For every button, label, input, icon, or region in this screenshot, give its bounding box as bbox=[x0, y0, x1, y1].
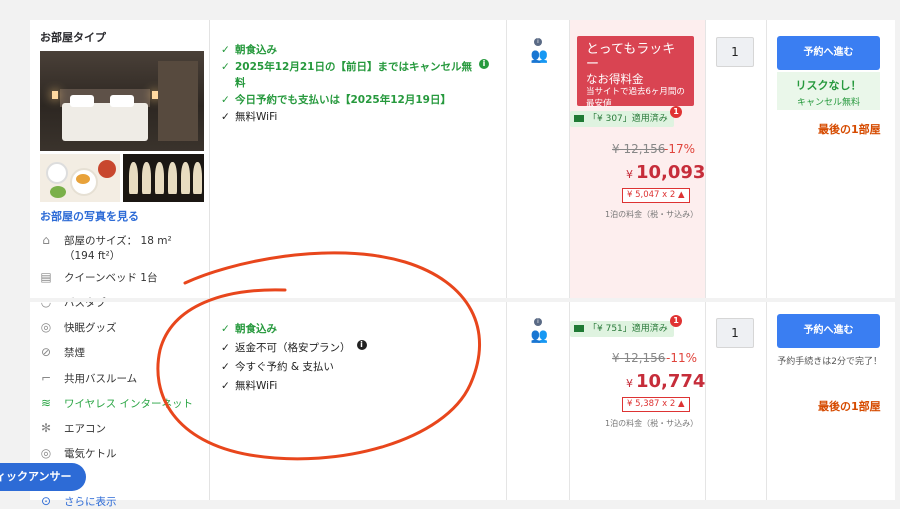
check-icon: ✓ bbox=[221, 323, 230, 335]
divider bbox=[569, 20, 570, 500]
row-separator bbox=[30, 298, 895, 302]
two-persons-icon: 👥 bbox=[530, 48, 548, 64]
condition-wifi: ✓ 無料WiFi bbox=[221, 380, 278, 392]
book-button[interactable]: 予約へ進む bbox=[777, 36, 880, 70]
kettle-icon: ◎ bbox=[40, 446, 52, 460]
check-icon: ✓ bbox=[221, 361, 230, 373]
offer-2-conditions: ✓ 朝食込み ✓ 返金不可（格安プラン） i ✓ 今すぐ予約 & 支払い ✓ 無料WiFi bbox=[221, 321, 501, 394]
last-room-notice: 最後の1部屋 bbox=[818, 123, 881, 136]
wifi-icon: ≋ bbox=[40, 396, 52, 410]
last-room-notice: 最後の1部屋 bbox=[818, 400, 881, 413]
check-icon: ✓ bbox=[221, 61, 230, 73]
amenity-bed: ▤ クイーンベッド 1台 bbox=[38, 270, 157, 285]
condition-pay-later: ✓ 今日予約でも支払いは【2025年12月19日】 bbox=[221, 94, 451, 106]
check-icon: ✓ bbox=[221, 380, 230, 392]
tax-note: 1泊の料金（税・サ込み） bbox=[605, 210, 699, 219]
offer-1-occupancy: i 👥 bbox=[528, 38, 548, 64]
amenity-shared-bathroom: ⌐ 共用バスルーム bbox=[38, 371, 137, 386]
booking-time-note: 予約手続きは2分で完了！ bbox=[777, 357, 882, 367]
check-icon: ✓ bbox=[221, 111, 230, 123]
book-button[interactable]: 予約へ進む bbox=[777, 314, 880, 348]
condition-wifi: ✓ 無料WiFi bbox=[221, 111, 278, 123]
coupon-applied-badge: 「¥ 751」適用済み bbox=[570, 321, 674, 337]
offer-2-occupancy: i 👥 bbox=[528, 318, 548, 344]
tax-note: 1泊の料金（税・サ込み） bbox=[605, 419, 699, 428]
check-icon: ✓ bbox=[221, 94, 230, 106]
room-size-icon: ⌂ bbox=[42, 233, 50, 247]
final-price: ¥10,093 bbox=[626, 162, 706, 183]
air-conditioner-icon: ✻ bbox=[40, 421, 52, 435]
original-price: ¥ 12,156 bbox=[612, 351, 666, 365]
see-more-link[interactable]: ⊙ さらに表示 bbox=[38, 494, 117, 509]
condition-breakfast: ✓ 朝食込み bbox=[221, 44, 277, 56]
bed-icon: ▤ bbox=[40, 270, 52, 284]
check-icon: ✓ bbox=[221, 44, 230, 56]
coupon-count-badge: 1 bbox=[670, 315, 682, 327]
original-price: ¥ 12,156 bbox=[612, 142, 666, 156]
per-person-price: ¥ 5,387 x 2 ▲ bbox=[622, 397, 690, 412]
person-icon: ▲ bbox=[678, 190, 685, 200]
amenity-room-size: ⌂ 部屋のサイズ： 18 m²（194 ft²） bbox=[38, 233, 199, 263]
breakfast-photo[interactable] bbox=[40, 154, 120, 202]
coupon-applied-badge: 「¥ 307」適用済み bbox=[570, 111, 674, 127]
condition-breakfast: ✓ 朝食込み bbox=[221, 323, 277, 335]
room-main-photo[interactable] bbox=[40, 51, 204, 151]
amenity-kettle: ◎ 電気ケトル bbox=[38, 446, 117, 461]
coupon-icon bbox=[574, 115, 584, 122]
divider bbox=[705, 20, 706, 500]
see-room-photos-link[interactable]: お部屋の写真を見る bbox=[40, 208, 139, 224]
top-spacer bbox=[30, 0, 895, 20]
discount-percent: -17% bbox=[664, 142, 696, 156]
check-icon: ✓ bbox=[221, 342, 230, 354]
lucky-deal-banner: とってもラッキー なお得料金 当サイトで過去6ヶ月間の最安値 bbox=[577, 36, 694, 109]
condition-free-cancel: ✓ 2025年12月21日の【前日】まではキャンセル無料 i bbox=[221, 59, 501, 91]
info-icon[interactable]: i bbox=[534, 38, 542, 46]
toiletries-icon: ◎ bbox=[40, 320, 52, 334]
chevron-down-icon: ⊙ bbox=[40, 494, 52, 508]
amenity-wifi: ≋ ワイヤレス インターネット bbox=[38, 396, 193, 411]
amenity-air-conditioner: ✻ エアコン bbox=[38, 421, 106, 436]
person-icon: ▲ bbox=[678, 399, 685, 409]
info-icon[interactable]: i bbox=[356, 340, 367, 350]
amenity-no-smoking: ⊘ 禁煙 bbox=[38, 345, 85, 360]
no-risk-box: リスクなし！ キャンセル無料 bbox=[777, 72, 880, 110]
coupon-icon bbox=[574, 325, 584, 332]
discount-percent: -11% bbox=[666, 351, 698, 365]
condition-non-refundable: ✓ 返金不可（格安プラン） i bbox=[221, 340, 501, 356]
amenities-photo[interactable] bbox=[123, 154, 204, 202]
divider bbox=[506, 20, 507, 500]
no-smoking-icon: ⊘ bbox=[40, 345, 52, 359]
condition-pay-now: ✓ 今すぐ予約 & 支払い bbox=[221, 361, 334, 373]
amenity-toiletries: ◎ 快眠グッズ bbox=[38, 320, 117, 335]
info-icon[interactable]: i bbox=[479, 59, 489, 69]
shared-bathroom-icon: ⌐ bbox=[40, 371, 52, 385]
offer-1-conditions: ✓ 朝食込み ✓ 2025年12月21日の【前日】まではキャンセル無料 i ✓ 今日予約… bbox=[221, 42, 501, 125]
quick-answer-button[interactable]: ィックアンサー bbox=[0, 463, 86, 491]
room-type-header: お部屋タイプ bbox=[40, 31, 106, 44]
divider bbox=[766, 20, 767, 500]
info-icon[interactable]: i bbox=[534, 318, 542, 326]
room-quantity-select[interactable]: 1 bbox=[716, 318, 754, 348]
room-type-column: お部屋タイプ お部屋の写真を見る ⌂ 部屋のサイズ： 18 m²（194 ft²… bbox=[30, 20, 210, 508]
per-person-price: ¥ 5,047 x 2 ▲ bbox=[622, 188, 690, 203]
room-quantity-select[interactable]: 1 bbox=[716, 37, 754, 67]
final-price: ¥10,774 bbox=[626, 371, 706, 392]
coupon-count-badge: 1 bbox=[670, 106, 682, 118]
two-persons-icon: 👥 bbox=[530, 328, 548, 344]
